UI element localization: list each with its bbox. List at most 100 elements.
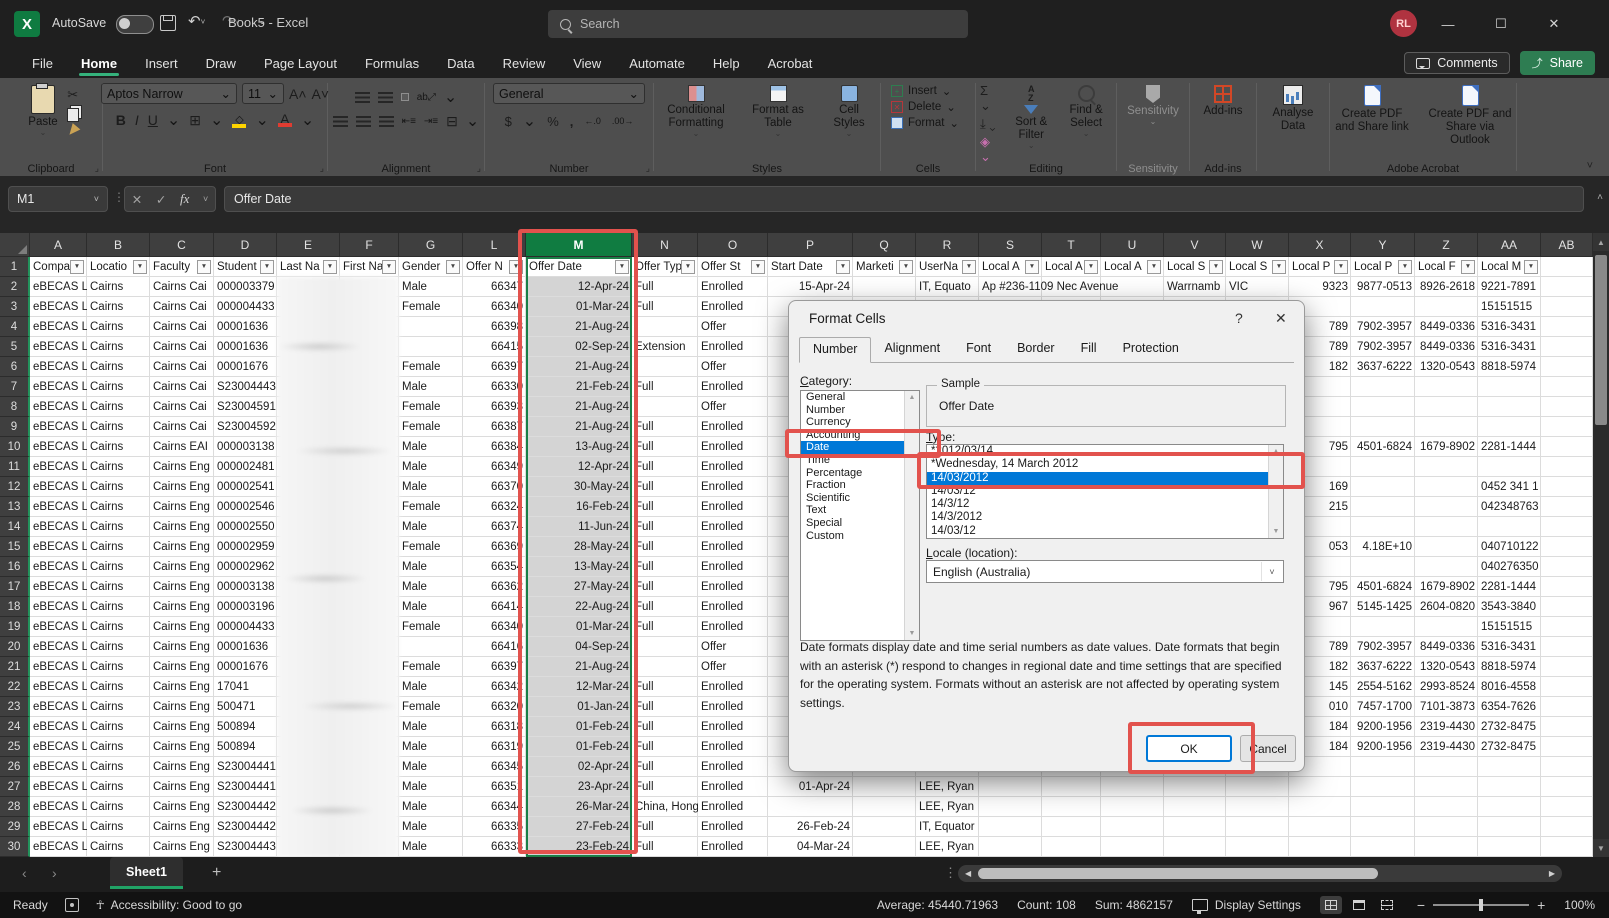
cell-AA19[interactable]: 15151515: [1478, 617, 1541, 637]
tab-acrobat[interactable]: Acrobat: [754, 48, 827, 78]
filter-button-G[interactable]: ▼: [446, 260, 460, 274]
cell-L17[interactable]: 66362: [463, 577, 526, 597]
alignment-dialog-launcher[interactable]: ⌟: [477, 163, 481, 174]
cell-G17[interactable]: Male: [399, 577, 463, 597]
cut-button[interactable]: ✂: [67, 87, 78, 102]
expand-formula-bar-icon[interactable]: ˄: [1597, 192, 1603, 203]
filter-button-X[interactable]: ▼: [1334, 260, 1348, 274]
italic-button[interactable]: I: [135, 112, 139, 128]
cell-N5[interactable]: Extension: [632, 337, 698, 357]
name-box[interactable]: M1 ˅: [8, 186, 108, 212]
row-header-22[interactable]: 22: [0, 677, 30, 697]
cell-Y22[interactable]: 2554-5162: [1351, 677, 1415, 697]
cell-D11[interactable]: 000002481: [214, 457, 277, 477]
cell-L13[interactable]: 66324: [463, 497, 526, 517]
row-header-23[interactable]: 23: [0, 697, 30, 717]
cell-A8[interactable]: eBECAS La: [30, 397, 87, 417]
filter-button-Y[interactable]: ▼: [1398, 260, 1412, 274]
row-header-24[interactable]: 24: [0, 717, 30, 737]
cell-AA22[interactable]: 8016-4558: [1478, 677, 1541, 697]
cell-L12[interactable]: 66370: [463, 477, 526, 497]
filter-button-P[interactable]: ▼: [836, 260, 850, 274]
cell-G30[interactable]: Male: [399, 837, 463, 857]
scroll-down-icon[interactable]: ▼: [1593, 839, 1609, 857]
cell-O10[interactable]: Enrolled: [698, 437, 768, 457]
tab-home[interactable]: Home: [67, 48, 131, 78]
cell-B21[interactable]: Cairns: [87, 657, 150, 677]
addins-button[interactable]: Add-ins: [1199, 83, 1248, 120]
cell-O7[interactable]: Enrolled: [698, 377, 768, 397]
cell-L8[interactable]: 66393: [463, 397, 526, 417]
row-header-11[interactable]: 11: [0, 457, 30, 477]
col-header-X[interactable]: X: [1289, 233, 1351, 257]
filter-button-R[interactable]: ▼: [962, 260, 976, 274]
category-item-number[interactable]: Number: [801, 404, 919, 417]
cell-C5[interactable]: Cairns Cai: [150, 337, 214, 357]
cell-P27[interactable]: 01-Apr-24: [768, 777, 853, 797]
category-item-fraction[interactable]: Fraction: [801, 479, 919, 492]
cell-O30[interactable]: Enrolled: [698, 837, 768, 857]
scroll-up-icon[interactable]: ▲: [1593, 233, 1609, 251]
cell-C23[interactable]: Cairns Eng: [150, 697, 214, 717]
cell-AA13[interactable]: 042348763: [1478, 497, 1541, 517]
filter-button-W[interactable]: ▼: [1272, 260, 1286, 274]
cell-G12[interactable]: Male: [399, 477, 463, 497]
select-all-corner[interactable]: [0, 233, 30, 257]
zoom-out-button[interactable]: −: [1417, 897, 1425, 913]
cell-G27[interactable]: Male: [399, 777, 463, 797]
cell-A3[interactable]: eBECAS La: [30, 297, 87, 317]
cell-Z20[interactable]: 8449-0336: [1415, 637, 1478, 657]
cell-C2[interactable]: Cairns Cai: [150, 277, 214, 297]
cell-A6[interactable]: eBECAS La: [30, 357, 87, 377]
cell-M14[interactable]: 11-Jun-24: [526, 517, 632, 537]
cell-O28[interactable]: Enrolled: [698, 797, 768, 817]
row-header-15[interactable]: 15: [0, 537, 30, 557]
cell-N10[interactable]: Full: [632, 437, 698, 457]
vertical-scrollbar[interactable]: ▲ ▼: [1593, 233, 1609, 857]
row-header-12[interactable]: 12: [0, 477, 30, 497]
filter-button-E[interactable]: ▼: [323, 260, 337, 274]
row-header-1[interactable]: 1: [0, 257, 30, 277]
cell-C19[interactable]: Cairns Eng: [150, 617, 214, 637]
scroll-right-icon[interactable]: ▶: [1549, 869, 1555, 878]
cell-M4[interactable]: 21-Aug-24: [526, 317, 632, 337]
cell-O29[interactable]: Enrolled: [698, 817, 768, 837]
cell-L21[interactable]: 66397: [463, 657, 526, 677]
filter-button-Z[interactable]: ▼: [1461, 260, 1475, 274]
tab-insert[interactable]: Insert: [131, 48, 192, 78]
cell-O25[interactable]: Enrolled: [698, 737, 768, 757]
cell-D30[interactable]: S23004443: [214, 837, 277, 857]
col-header-B[interactable]: B: [87, 233, 150, 257]
row-header-10[interactable]: 10: [0, 437, 30, 457]
filter-button-C[interactable]: ▼: [197, 260, 211, 274]
cell-B25[interactable]: Cairns: [87, 737, 150, 757]
cell-X2[interactable]: 9323: [1289, 277, 1351, 297]
cell-Y24[interactable]: 9200-1956: [1351, 717, 1415, 737]
cell-Y6[interactable]: 3637-6222: [1351, 357, 1415, 377]
cell-D23[interactable]: 500471: [214, 697, 277, 717]
cell-G11[interactable]: Male: [399, 457, 463, 477]
horizontal-scrollbar[interactable]: ◀ ▶: [958, 865, 1562, 882]
cell-M3[interactable]: 01-Mar-24: [526, 297, 632, 317]
cell-B10[interactable]: Cairns: [87, 437, 150, 457]
cell-P2[interactable]: 15-Apr-24: [768, 277, 853, 297]
cell-M8[interactable]: 21-Aug-24: [526, 397, 632, 417]
cell-B27[interactable]: Cairns: [87, 777, 150, 797]
cell-B28[interactable]: Cairns: [87, 797, 150, 817]
share-button[interactable]: ⤴ Share: [1520, 51, 1595, 75]
cell-A9[interactable]: eBECAS La: [30, 417, 87, 437]
shrink-font-button[interactable]: A˅: [312, 86, 330, 102]
cell-R28[interactable]: LEE, Ryan: [916, 797, 979, 817]
row-header-9[interactable]: 9: [0, 417, 30, 437]
cell-W2[interactable]: VIC: [1226, 277, 1289, 297]
cell-M18[interactable]: 22-Aug-24: [526, 597, 632, 617]
cell-L14[interactable]: 66374: [463, 517, 526, 537]
copy-button[interactable]: [67, 108, 79, 122]
cell-A22[interactable]: eBECAS La: [30, 677, 87, 697]
macro-record-icon[interactable]: [65, 898, 79, 912]
filter-button-B[interactable]: ▼: [133, 260, 147, 274]
grow-font-button[interactable]: A˄: [289, 86, 307, 102]
clipboard-dialog-launcher[interactable]: ⌟: [95, 163, 99, 174]
cell-N28[interactable]: China, Hong: [632, 797, 698, 817]
cell-AA21[interactable]: 8818-5974: [1478, 657, 1541, 677]
